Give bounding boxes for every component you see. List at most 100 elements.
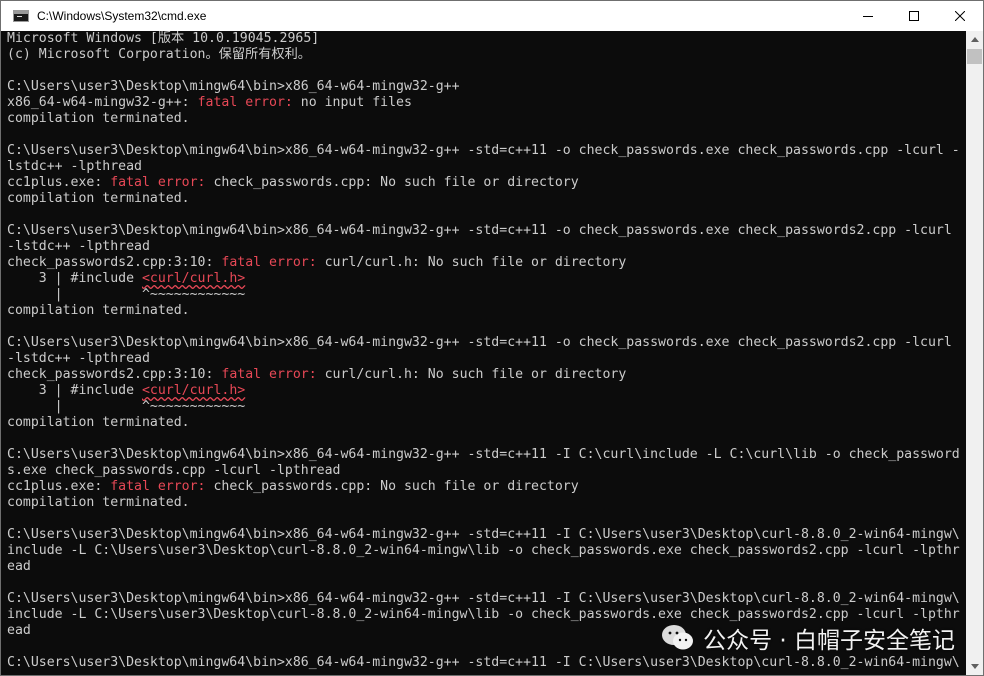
console-line: cc1plus.exe: fatal error: check_password…: [7, 175, 966, 191]
console-segment: compilation terminated.: [7, 415, 190, 430]
console-line: compilation terminated.: [7, 303, 966, 319]
console-line: include -L C:\Users\user3\Desktop\curl-8…: [7, 543, 966, 559]
console-segment: C:\Users\user3\Desktop\mingw64\bin>x86_6…: [7, 223, 952, 238]
watermark: 公众号 · 白帽子安全笔记: [661, 621, 955, 655]
console-segment: curl/curl.h: No such file or directory: [316, 255, 627, 270]
vertical-scrollbar[interactable]: [966, 31, 983, 675]
cmd-window: C:\Windows\System32\cmd.exe Microsoft Wi…: [0, 0, 984, 676]
console-segment: | ^~~~~~~~~~~~~: [7, 287, 246, 302]
error-text: fatal error:: [221, 367, 317, 382]
console-line: check_passwords2.cpp:3:10: fatal error: …: [7, 367, 966, 383]
console-line: 3 | #include <curl/curl.h>: [7, 271, 966, 287]
console-segment: (c) Microsoft Corporation。保留所有权利。: [7, 47, 311, 62]
console-line: s.exe check_passwords.cpp -lcurl -lpthre…: [7, 463, 966, 479]
console-line: (c) Microsoft Corporation。保留所有权利。: [7, 47, 966, 63]
console-line: compilation terminated.: [7, 111, 966, 127]
console-segment: ead: [7, 623, 31, 638]
console-segment: check_passwords.cpp: No such file or dir…: [205, 479, 579, 494]
console-line: C:\Users\user3\Desktop\mingw64\bin>x86_6…: [7, 527, 966, 543]
console-line: lstdc++ -lpthread: [7, 159, 966, 175]
console-line: C:\Users\user3\Desktop\mingw64\bin>x86_6…: [7, 223, 966, 239]
console-segment: C:\Users\user3\Desktop\mingw64\bin>x86_6…: [7, 591, 960, 606]
maximize-button[interactable]: [891, 1, 937, 31]
console-line: C:\Users\user3\Desktop\mingw64\bin>x86_6…: [7, 143, 966, 159]
console-segment: -lstdc++ -lpthread: [7, 239, 150, 254]
console-segment: compilation terminated.: [7, 111, 190, 126]
console-segment: | ^~~~~~~~~~~~~: [7, 399, 246, 414]
console-segment: compilation terminated.: [7, 303, 190, 318]
error-text: fatal error:: [110, 479, 206, 494]
error-text: <curl/curl.h>: [141, 383, 246, 398]
error-text: fatal error:: [221, 255, 317, 270]
close-icon: [955, 11, 965, 21]
console-line: x86_64-w64-mingw32-g++: fatal error: no …: [7, 95, 966, 111]
console-segment: cc1plus.exe:: [7, 175, 111, 190]
console-segment: 3 | #include: [7, 271, 142, 286]
console-segment: C:\Users\user3\Desktop\mingw64\bin>x86_6…: [7, 527, 960, 542]
console-line: 3 | #include <curl/curl.h>: [7, 383, 966, 399]
console-segment: Microsoft Windows [版本 10.0.19045.2965]: [7, 31, 320, 46]
scroll-up-button[interactable]: [966, 31, 983, 48]
console-segment: check_passwords2.cpp:3:10:: [7, 255, 222, 270]
scroll-down-button[interactable]: [966, 658, 983, 675]
console-line: C:\Users\user3\Desktop\mingw64\bin>x86_6…: [7, 447, 966, 463]
console-icon[interactable]: [13, 10, 29, 22]
console-line: -lstdc++ -lpthread: [7, 239, 966, 255]
console-segment: include -L C:\Users\user3\Desktop\curl-8…: [7, 607, 960, 622]
console-line: C:\Users\user3\Desktop\mingw64\bin>x86_6…: [7, 591, 966, 607]
console-segment: check_passwords.cpp: No such file or dir…: [205, 175, 579, 190]
console-line: cc1plus.exe: fatal error: check_password…: [7, 479, 966, 495]
window-title: C:\Windows\System32\cmd.exe: [37, 9, 207, 23]
console-line: Microsoft Windows [版本 10.0.19045.2965]: [7, 31, 966, 47]
error-text: fatal error:: [197, 95, 293, 110]
console-segment: curl/curl.h: No such file or directory: [316, 367, 627, 382]
console-segment: compilation terminated.: [7, 191, 190, 206]
console-segment: no input files: [292, 95, 412, 110]
console-text: Microsoft Windows [版本 10.0.19045.2965] (c…: [1, 31, 966, 671]
console-line: | ^~~~~~~~~~~~~: [7, 399, 966, 415]
console-segment: C:\Users\user3\Desktop\mingw64\bin>x86_6…: [7, 335, 952, 350]
console-line: compilation terminated.: [7, 191, 966, 207]
chevron-up-icon: [970, 37, 979, 42]
console-line: | ^~~~~~~~~~~~~: [7, 287, 966, 303]
chevron-down-icon: [970, 664, 979, 669]
console-segment: ead: [7, 559, 31, 574]
console-segment: C:\Users\user3\Desktop\mingw64\bin>x86_6…: [7, 143, 960, 158]
error-text: fatal error:: [110, 175, 206, 190]
watermark-text: 公众号 · 白帽子安全笔记: [703, 628, 955, 654]
minimize-button[interactable]: [845, 1, 891, 31]
console-line: compilation terminated.: [7, 415, 966, 431]
console-output[interactable]: Microsoft Windows [版本 10.0.19045.2965] (c…: [1, 31, 966, 675]
wechat-icon: [662, 625, 694, 650]
minimize-icon: [863, 16, 873, 17]
console-segment: compilation terminated.: [7, 495, 190, 510]
scroll-thumb[interactable]: [967, 49, 982, 64]
console-segment: check_passwords2.cpp:3:10:: [7, 367, 222, 382]
console-line: check_passwords2.cpp:3:10: fatal error: …: [7, 255, 966, 271]
console-segment: C:\Users\user3\Desktop\mingw64\bin>x86_6…: [7, 79, 460, 94]
console-segment: C:\Users\user3\Desktop\mingw64\bin>x86_6…: [7, 655, 960, 670]
console-segment: cc1plus.exe:: [7, 479, 111, 494]
console-line: C:\Users\user3\Desktop\mingw64\bin>x86_6…: [7, 335, 966, 351]
console-segment: include -L C:\Users\user3\Desktop\curl-8…: [7, 543, 960, 558]
console-segment: lstdc++ -lpthread: [7, 159, 142, 174]
console-line: C:\Users\user3\Desktop\mingw64\bin>x86_6…: [7, 79, 966, 95]
console-segment: 3 | #include: [7, 383, 142, 398]
console-line: C:\Users\user3\Desktop\mingw64\bin>x86_6…: [7, 655, 966, 671]
console-line: -lstdc++ -lpthread: [7, 351, 966, 367]
error-text: <curl/curl.h>: [141, 271, 246, 286]
console-segment: C:\Users\user3\Desktop\mingw64\bin>x86_6…: [7, 447, 960, 462]
title-bar[interactable]: C:\Windows\System32\cmd.exe: [1, 1, 983, 31]
close-button[interactable]: [937, 1, 983, 31]
maximize-icon: [909, 11, 919, 21]
window-controls: [845, 1, 983, 31]
console-segment: s.exe check_passwords.cpp -lcurl -lpthre…: [7, 463, 341, 478]
console-segment: x86_64-w64-mingw32-g++:: [7, 95, 198, 110]
